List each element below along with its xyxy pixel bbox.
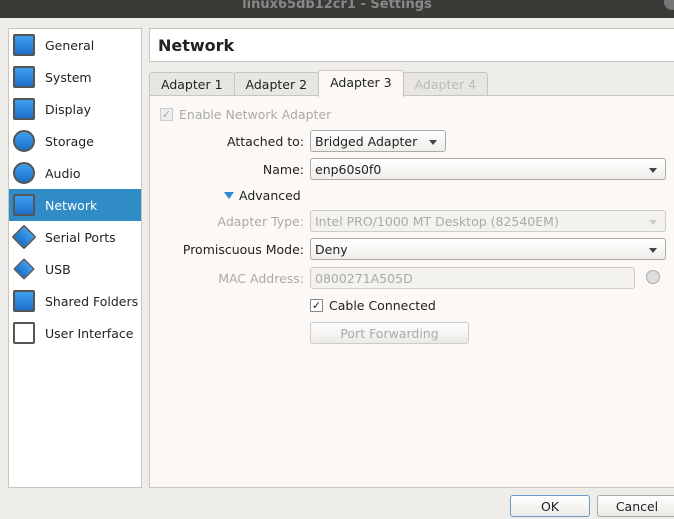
attached-to-value: Bridged Adapter	[315, 134, 418, 149]
tab-adapter-2[interactable]: Adapter 2	[233, 72, 320, 97]
cable-connected-label: Cable Connected	[329, 298, 436, 313]
attached-to-select[interactable]: Bridged Adapter	[310, 130, 446, 152]
mac-address-input	[310, 267, 635, 289]
tab-adapter-3[interactable]: Adapter 3	[318, 70, 404, 97]
tab-adapter-1[interactable]: Adapter 1	[149, 72, 235, 97]
sidebar-item-label: General	[45, 37, 95, 53]
sidebar-item-shared-folders[interactable]: Shared Folders	[9, 285, 141, 317]
display-icon	[13, 98, 35, 120]
sidebar-item-network[interactable]: Network	[9, 189, 141, 221]
sidebar-item-label: Storage	[45, 133, 94, 149]
cancel-button[interactable]: Cancel	[597, 495, 674, 517]
page-title: Network	[149, 28, 674, 62]
refresh-mac-icon	[646, 270, 660, 284]
adapter-pane: ✓ Enable Network Adapter Attached to: Bri…	[149, 95, 674, 488]
advanced-toggle[interactable]: Advanced	[224, 188, 301, 203]
promiscuous-mode-value: Deny	[315, 242, 348, 257]
system-icon	[13, 66, 35, 88]
chevron-down-icon	[429, 140, 437, 145]
sidebar-item-storage[interactable]: Storage	[9, 125, 141, 157]
adapter-type-select: Intel PRO/1000 MT Desktop (82540EM)	[310, 210, 666, 232]
storage-icon	[13, 130, 35, 152]
tab-adapter-4: Adapter 4	[402, 72, 489, 97]
name-label: Name:	[262, 162, 304, 177]
sidebar-item-usb[interactable]: USB	[9, 253, 141, 285]
sidebar-item-serial-ports[interactable]: Serial Ports	[9, 221, 141, 253]
mac-address-label: MAC Address:	[218, 271, 304, 286]
general-icon	[13, 34, 35, 56]
sidebar-item-label: Audio	[45, 165, 81, 181]
folder-icon	[13, 290, 35, 312]
chevron-down-icon	[649, 248, 657, 253]
window-title: linux65db12cr1 - Settings	[242, 0, 432, 12]
usb-icon	[13, 258, 35, 280]
advanced-label: Advanced	[239, 188, 301, 203]
sidebar-item-audio[interactable]: Audio	[9, 157, 141, 189]
sidebar-item-system[interactable]: System	[9, 61, 141, 93]
sidebar-item-label: User Interface	[45, 325, 134, 341]
sidebar-item-general[interactable]: General	[9, 29, 141, 61]
attached-to-label: Attached to:	[227, 134, 304, 149]
adapter-tabs: Adapter 1 Adapter 2 Adapter 3 Adapter 4	[149, 70, 489, 97]
sidebar-item-label: Serial Ports	[45, 229, 116, 245]
audio-icon	[13, 162, 35, 184]
sidebar: General System Display Storage Audio Net…	[8, 28, 142, 488]
promiscuous-mode-label: Promiscuous Mode:	[182, 242, 304, 257]
sidebar-item-display[interactable]: Display	[9, 93, 141, 125]
promiscuous-mode-select[interactable]: Deny	[310, 238, 666, 260]
checkbox-icon: ✓	[160, 108, 173, 121]
triangle-down-icon	[224, 192, 234, 199]
sidebar-item-user-interface[interactable]: User Interface	[9, 317, 141, 349]
adapter-type-value: Intel PRO/1000 MT Desktop (82540EM)	[315, 214, 559, 229]
ok-button[interactable]: OK	[510, 495, 590, 517]
adapter-type-label: Adapter Type:	[217, 214, 305, 229]
name-value: enp60s0f0	[315, 162, 382, 177]
name-select[interactable]: enp60s0f0	[310, 158, 666, 180]
sidebar-item-label: Network	[45, 197, 98, 213]
user-interface-icon	[13, 322, 35, 344]
sidebar-item-label: Display	[45, 101, 92, 117]
port-forwarding-button: Port Forwarding	[310, 322, 469, 344]
chevron-down-icon	[649, 220, 657, 225]
sidebar-item-label: USB	[45, 261, 71, 277]
enable-adapter-checkbox: ✓ Enable Network Adapter	[160, 107, 331, 122]
enable-adapter-label: Enable Network Adapter	[179, 107, 332, 122]
title-bar: linux65db12cr1 - Settings	[0, 0, 674, 18]
network-icon	[13, 194, 35, 216]
serial-ports-icon	[11, 224, 37, 250]
cable-connected-checkbox[interactable]: ✓ Cable Connected	[310, 298, 436, 313]
sidebar-item-label: System	[45, 69, 92, 85]
close-icon[interactable]	[664, 0, 674, 10]
chevron-down-icon	[649, 168, 657, 173]
checkbox-icon: ✓	[310, 299, 323, 312]
sidebar-item-label: Shared Folders	[45, 293, 139, 309]
